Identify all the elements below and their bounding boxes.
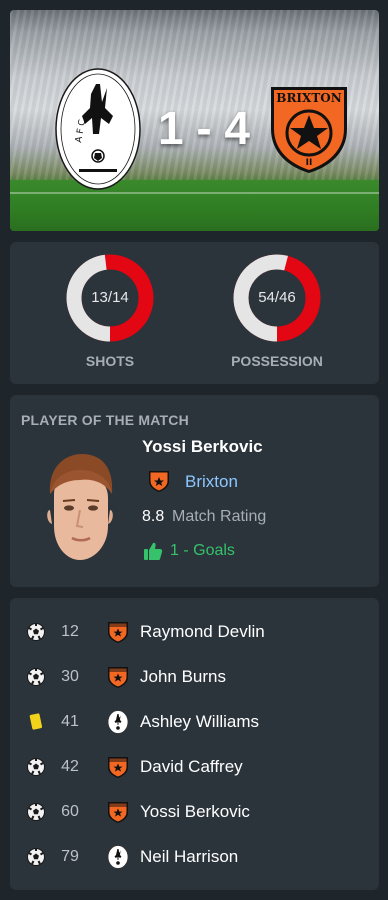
shots-value: 13/14	[91, 289, 129, 306]
football-icon	[26, 667, 46, 687]
event-row[interactable]: 79 Neil Harrison	[10, 837, 379, 877]
thumbs-up-icon	[144, 542, 163, 560]
player-of-the-match-panel[interactable]: PLAYER OF THE MATCH Yossi Berkovic Brixt…	[10, 395, 379, 587]
possession-ring: 54/46	[233, 254, 321, 342]
away-club-crest[interactable]: BRIXTON II	[265, 83, 353, 175]
brixton-badge-icon	[106, 755, 130, 779]
shots-label: SHOTS	[85, 353, 135, 369]
brixton-badge-icon	[106, 620, 130, 644]
potm-club-link[interactable]: Brixton	[185, 472, 238, 492]
event-row[interactable]: 60 Yossi Berkovic	[10, 792, 379, 832]
event-player-name[interactable]: Yossi Berkovic	[140, 802, 250, 822]
event-row[interactable]: 30 John Burns	[10, 657, 379, 697]
brixton-badge-icon	[106, 800, 130, 824]
match-stats-panel: 13/14 SHOTS 54/46 POSSESSION	[10, 242, 379, 384]
event-player-name[interactable]: Raymond Devlin	[140, 622, 265, 642]
event-minute: 12	[61, 623, 79, 640]
svg-text:II: II	[306, 158, 313, 168]
brixton-badge-icon	[106, 665, 130, 689]
shots-ring: 13/14	[66, 254, 154, 342]
football-icon	[26, 622, 46, 642]
event-row[interactable]: 42 David Caffrey	[10, 747, 379, 787]
potm-title: PLAYER OF THE MATCH	[21, 412, 189, 428]
player-face-avatar[interactable]	[40, 450, 120, 566]
event-player-name[interactable]: Ashley Williams	[140, 712, 259, 732]
home-club-crest[interactable]: A F C	[55, 68, 141, 190]
match-score: 1 - 4	[157, 102, 251, 154]
potm-player-name[interactable]: Yossi Berkovic	[142, 437, 263, 457]
event-minute: 60	[61, 803, 79, 820]
football-icon	[26, 757, 46, 777]
football-icon	[26, 802, 46, 822]
away-crest-name: BRIXTON	[276, 91, 341, 105]
football-icon	[26, 847, 46, 867]
event-row[interactable]: 12 Raymond Devlin	[10, 612, 379, 652]
event-player-name[interactable]: David Caffrey	[140, 757, 243, 777]
possession-label: POSSESSION	[231, 353, 323, 369]
potm-rating-value: 8.8	[142, 508, 165, 525]
potm-highlight: 1 - Goals	[170, 542, 235, 559]
event-minute: 42	[61, 758, 79, 775]
event-minute: 79	[61, 848, 79, 865]
match-header: A F C 1 - 4 BRIXTON II	[10, 10, 379, 231]
yellow-card-icon	[26, 712, 46, 732]
match-events-panel: 12 Raymond Devlin 30 John Burns 41 Ashley Wil…	[10, 598, 379, 890]
home-club-badge-icon	[106, 710, 130, 734]
event-minute: 30	[61, 668, 79, 685]
event-player-name[interactable]: Neil Harrison	[140, 847, 238, 867]
potm-club-badge-icon	[149, 471, 169, 492]
event-player-name[interactable]: John Burns	[140, 667, 226, 687]
home-club-badge-icon	[106, 845, 130, 869]
possession-value: 54/46	[258, 289, 296, 306]
event-minute: 41	[61, 713, 79, 730]
event-row[interactable]: 41 Ashley Williams	[10, 702, 379, 742]
potm-rating-label: Match Rating	[172, 508, 267, 525]
pitch-line	[10, 192, 379, 194]
